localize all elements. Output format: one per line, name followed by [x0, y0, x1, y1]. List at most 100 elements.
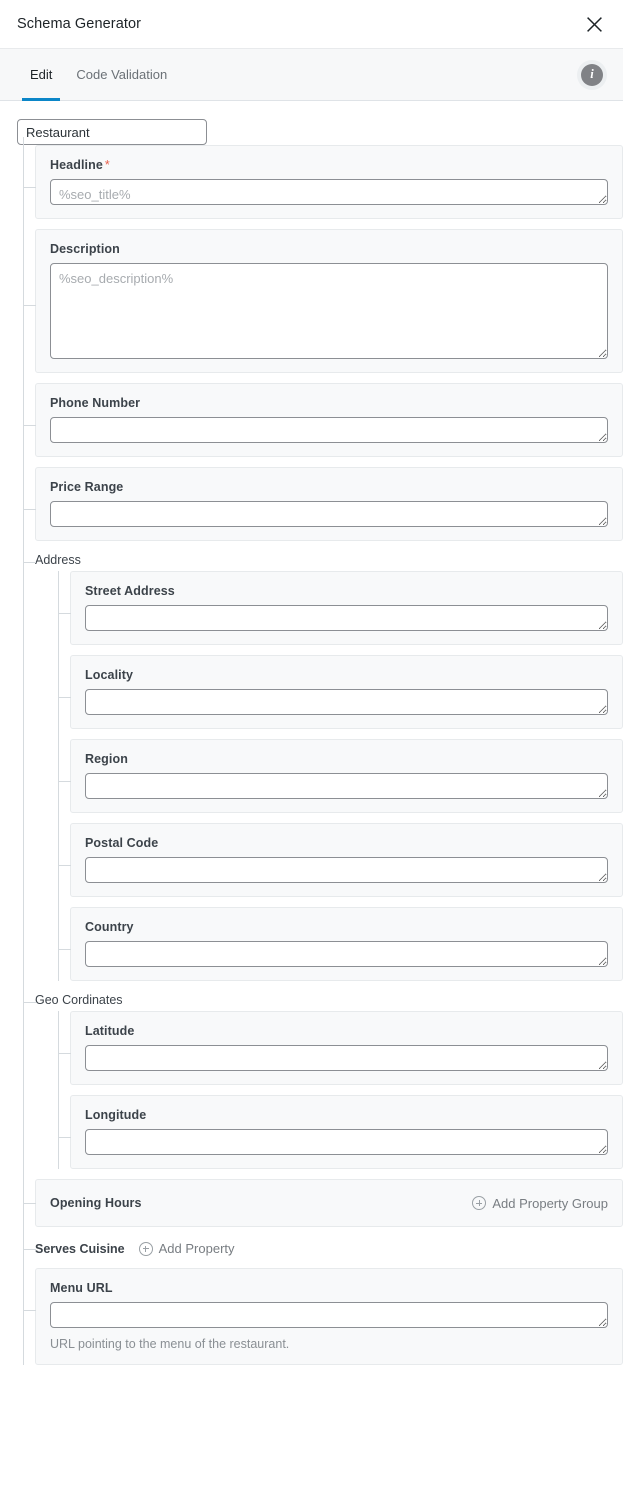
field-label-menu-url: Menu URL: [50, 1281, 113, 1295]
field-label-latitude: Latitude: [85, 1024, 135, 1038]
field-card-latitude: Latitude: [70, 1011, 623, 1085]
close-icon: [586, 16, 603, 33]
add-property-group-label: Add Property Group: [492, 1195, 608, 1211]
info-icon[interactable]: i: [581, 63, 603, 86]
close-button[interactable]: [579, 9, 609, 39]
field-card-opening-hours: Opening Hours Add Property Group: [35, 1179, 623, 1227]
field-label-price-range: Price Range: [50, 480, 124, 494]
field-description: Description: [23, 229, 623, 373]
schema-form: Restaurant Headline* Description Phone N…: [0, 101, 623, 1365]
postal-code-input[interactable]: [85, 857, 608, 883]
group-label-opening-hours: Opening Hours: [50, 1196, 142, 1210]
field-country: Country: [58, 907, 623, 981]
field-headline: Headline *: [23, 145, 623, 219]
tree-connector: [58, 865, 71, 866]
schema-type-input[interactable]: Restaurant: [17, 119, 207, 145]
field-street-address: Street Address: [58, 571, 623, 645]
tree-connector: [23, 425, 36, 426]
group-address: Address Street Address Locality Region P…: [23, 551, 623, 981]
tab-bar: Edit Code Validation i: [0, 48, 623, 101]
tab-code-validation-label: Code Validation: [76, 67, 168, 82]
country-input[interactable]: [85, 941, 608, 967]
field-latitude: Latitude: [58, 1011, 623, 1085]
field-card-headline: Headline *: [35, 145, 623, 219]
window-title: Schema Generator: [17, 16, 142, 32]
field-label-phone-number: Phone Number: [50, 396, 141, 410]
field-label-headline: Headline *: [50, 158, 110, 172]
price-range-input[interactable]: [50, 501, 608, 527]
address-children: Street Address Locality Region Postal Co…: [58, 571, 623, 981]
field-card-longitude: Longitude: [70, 1095, 623, 1169]
plus-circle-icon: [472, 1196, 487, 1210]
info-icon-glyph: i: [590, 67, 594, 81]
field-label-street-address: Street Address: [85, 584, 175, 598]
window-titlebar: Schema Generator: [0, 0, 623, 48]
geo-cordinates-children: Latitude Longitude: [58, 1011, 623, 1169]
description-input[interactable]: [50, 263, 608, 359]
field-label-region: Region: [85, 752, 128, 766]
menu-url-input[interactable]: [50, 1302, 608, 1328]
field-label-locality: Locality: [85, 668, 134, 682]
property-tree: Headline* Description Phone Number Pri: [23, 137, 623, 1365]
headline-input[interactable]: [50, 179, 608, 205]
field-phone-number: Phone Number: [23, 383, 623, 457]
add-property-button[interactable]: Add Property: [138, 1241, 235, 1256]
group-serves-cuisine: Serves Cuisine Add Property: [23, 1237, 623, 1258]
field-locality: Locality: [58, 655, 623, 729]
add-property-group-button[interactable]: Add Property Group: [472, 1196, 608, 1211]
tree-connector: [23, 1203, 36, 1204]
field-card-price-range: Price Range: [35, 467, 623, 541]
longitude-input[interactable]: [85, 1129, 608, 1155]
phone-number-input[interactable]: [50, 417, 608, 443]
tree-connector: [23, 1310, 36, 1311]
field-card-menu-url: Menu URL URL pointing to the menu of the…: [35, 1268, 623, 1365]
tree-connector: [58, 613, 71, 614]
field-card-phone-number: Phone Number: [35, 383, 623, 457]
field-card-locality: Locality: [70, 655, 623, 729]
group-label-serves-cuisine: Serves Cuisine: [35, 1241, 125, 1256]
field-card-postal-code: Postal Code: [70, 823, 623, 897]
field-region: Region: [58, 739, 623, 813]
latitude-input[interactable]: [85, 1045, 608, 1071]
field-postal-code: Postal Code: [58, 823, 623, 897]
tree-connector: [23, 305, 36, 306]
field-card-street-address: Street Address: [70, 571, 623, 645]
street-address-input[interactable]: [85, 605, 608, 631]
schema-type-value: Restaurant: [26, 124, 90, 140]
tree-connector: [23, 1249, 36, 1250]
required-marker: *: [104, 158, 110, 172]
tree-connector: [58, 949, 71, 950]
group-geo-cordinates: Geo Cordinates Latitude Longitude: [23, 991, 623, 1169]
field-label-postal-code: Postal Code: [85, 836, 159, 850]
opening-hours-header: Opening Hours Add Property Group: [50, 1196, 608, 1211]
field-label-description: Description: [50, 242, 120, 256]
field-price-range: Price Range: [23, 467, 623, 541]
tab-edit-label: Edit: [30, 67, 53, 82]
field-menu-url: Menu URL URL pointing to the menu of the…: [23, 1268, 623, 1365]
region-input[interactable]: [85, 773, 608, 799]
serves-cuisine-header: Serves Cuisine Add Property: [35, 1237, 623, 1258]
field-label-country: Country: [85, 920, 134, 934]
tree-connector: [58, 1137, 71, 1138]
tab-code-validation[interactable]: Code Validation: [64, 49, 179, 100]
field-card-region: Region: [70, 739, 623, 813]
tree-connector: [58, 1053, 71, 1054]
tab-edit[interactable]: Edit: [18, 49, 64, 101]
locality-input[interactable]: [85, 689, 608, 715]
tree-connector: [23, 562, 36, 563]
tree-connector: [58, 781, 71, 782]
group-label-geo-cordinates: Geo Cordinates: [35, 993, 123, 1007]
add-property-label: Add Property: [158, 1241, 235, 1256]
field-label-longitude: Longitude: [85, 1108, 147, 1122]
tree-connector: [23, 187, 36, 188]
menu-url-helper-text: URL pointing to the menu of the restaura…: [50, 1337, 290, 1351]
tree-connector: [58, 697, 71, 698]
plus-circle-icon: [138, 1241, 153, 1256]
tree-connector: [23, 509, 36, 510]
group-opening-hours: Opening Hours Add Property Group: [23, 1179, 623, 1227]
field-card-description: Description: [35, 229, 623, 373]
group-label-address: Address: [35, 553, 81, 567]
field-longitude: Longitude: [58, 1095, 623, 1169]
field-card-country: Country: [70, 907, 623, 981]
tree-connector: [23, 1002, 36, 1003]
